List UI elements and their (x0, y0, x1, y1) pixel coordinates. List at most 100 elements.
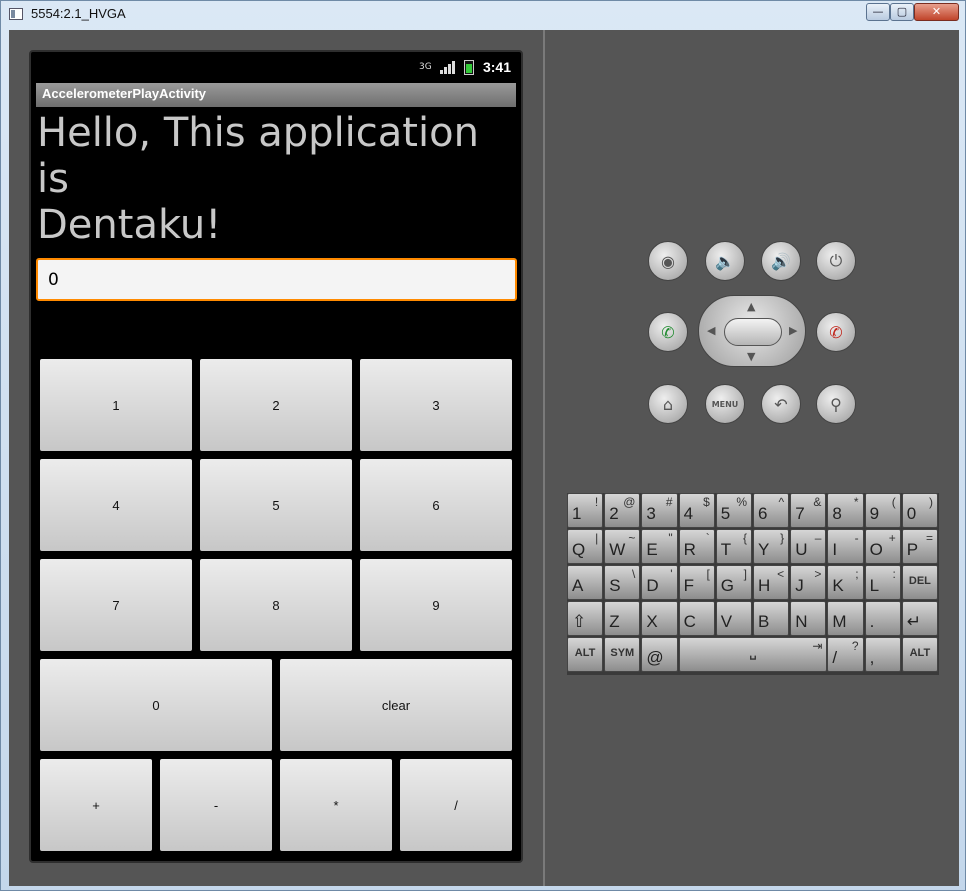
key-row2-2[interactable]: E " (641, 529, 678, 564)
key-row2-8[interactable]: O + (864, 529, 901, 564)
key-2-button[interactable]: 2 (200, 359, 352, 451)
camera-button[interactable]: ◉ (648, 241, 688, 281)
key-row1-1[interactable]: 2 @ (604, 493, 641, 528)
key-row1-1-label: 2 (609, 504, 619, 523)
key-row1-7-alt-label: * (853, 495, 859, 509)
key-8-button[interactable]: 8 (200, 559, 352, 651)
dpad-up-icon[interactable]: ▲ (747, 300, 755, 313)
close-button[interactable]: ✕ (914, 3, 959, 21)
key-row3-7[interactable]: K; (827, 565, 864, 600)
volume-up-button[interactable]: 🔊 (761, 241, 801, 281)
key-row2-6[interactable]: U – (790, 529, 827, 564)
key-row2-9[interactable]: P = (901, 529, 938, 564)
end-call-button[interactable]: ✆ (816, 312, 856, 352)
back-button[interactable]: ↶ (761, 384, 801, 424)
key-row1-2[interactable]: 3 # (641, 493, 678, 528)
app-title-bar: AccelerometerPlayActivity (36, 83, 516, 107)
key-6-button[interactable]: 6 (360, 459, 512, 551)
key-row3-0[interactable]: A (567, 565, 604, 600)
key-row3-2[interactable]: D ' (641, 565, 678, 600)
key-row1-0[interactable]: 1! (567, 493, 604, 528)
dpad[interactable]: ▲ ▼ ◀ ▶ (698, 295, 806, 367)
key-row4-8[interactable]: . (864, 601, 901, 636)
key-row1-1-alt-label: @ (623, 495, 636, 509)
key-row4-3-label: C (683, 612, 696, 631)
key-3-button[interactable]: 3 (360, 359, 512, 451)
key-alt-right[interactable]: ALT (901, 637, 938, 672)
key-7-button[interactable]: 7 (40, 559, 192, 651)
key-row1-4[interactable]: 5% (715, 493, 752, 528)
key-at[interactable]: @ (641, 637, 678, 672)
network-type-icon: 3G (418, 61, 432, 72)
key-row2-8-alt-label: + (888, 531, 896, 545)
key-row2-3[interactable]: R ` (678, 529, 715, 564)
key-alt-left[interactable]: ALT (567, 637, 604, 672)
search-button[interactable]: ⚲ (816, 384, 856, 424)
key-row1-6[interactable]: 7 & (790, 493, 827, 528)
key-row4-2-label: X (646, 612, 658, 631)
key-row3-7-alt-label: ; (855, 567, 859, 581)
maximize-button[interactable]: ▢ (890, 3, 914, 21)
multiply-button[interactable]: * (280, 759, 392, 851)
key-sym[interactable]: SYM (604, 637, 641, 672)
key-row1-8[interactable]: 9( (864, 493, 901, 528)
key-row3-1[interactable]: S \ (604, 565, 641, 600)
key-row4-2[interactable]: X (641, 601, 678, 636)
menu-button[interactable]: MENU (705, 384, 745, 424)
key-sym-label: SYM (610, 647, 635, 659)
key-row2-0[interactable]: Q | (567, 529, 604, 564)
key-row2-5[interactable]: Y} (753, 529, 790, 564)
home-button[interactable]: ⌂ (648, 384, 688, 424)
key-row2-4[interactable]: T{ (715, 529, 752, 564)
minus-button[interactable]: - (160, 759, 272, 851)
key-row3-5[interactable]: H < (753, 565, 790, 600)
key-row3-3[interactable]: F[ (678, 565, 715, 600)
key-row1-7[interactable]: 8 * (827, 493, 864, 528)
divide-button[interactable]: / (400, 759, 512, 851)
key-row1-9[interactable]: 0) (901, 493, 938, 528)
key-slash[interactable]: /? (827, 637, 864, 672)
minimize-button[interactable]: — (866, 3, 890, 21)
dpad-left-icon[interactable]: ◀ (707, 324, 715, 337)
key-row2-7[interactable]: I- (827, 529, 864, 564)
key-row4-7[interactable]: M (827, 601, 864, 636)
key-space[interactable]: ␣ ⇥ (678, 637, 828, 672)
call-button[interactable]: ✆ (648, 312, 688, 352)
key-row1-9-alt-label: ) (928, 495, 933, 509)
key-row3-1-label: S (609, 576, 621, 595)
key-row4-3[interactable]: C (678, 601, 715, 636)
dpad-center-button[interactable] (724, 318, 782, 346)
key-row4-4[interactable]: V (715, 601, 752, 636)
volume-down-button[interactable]: 🔈 (705, 241, 745, 281)
key-1-button[interactable]: 1 (40, 359, 192, 451)
key-row3-5-label: H (758, 576, 771, 595)
key-row3-8[interactable]: L: (864, 565, 901, 600)
key-row3-9[interactable]: DEL (901, 565, 938, 600)
plus-button[interactable]: + (40, 759, 152, 851)
phone-screen: 3G 3:41 AccelerometerPlayActivity Hello,… (29, 50, 523, 863)
key-row1-5[interactable]: 6 ^ (753, 493, 790, 528)
key-row2-4-alt-label: { (742, 531, 747, 545)
result-input[interactable]: 0 (36, 258, 517, 301)
key-4-button[interactable]: 4 (40, 459, 192, 551)
dpad-down-icon[interactable]: ▼ (747, 350, 755, 363)
clear-button[interactable]: clear (280, 659, 512, 751)
title-bar[interactable]: 5554:2.1_HVGA — ▢ ✕ (1, 1, 965, 29)
key-row1-3[interactable]: 4 $ (678, 493, 715, 528)
key-row3-6[interactable]: J > (790, 565, 827, 600)
end-call-icon: ✆ (829, 322, 843, 342)
key-row4-6[interactable]: N (790, 601, 827, 636)
key-row4-1[interactable]: Z (604, 601, 641, 636)
key-row2-1[interactable]: W ~ (604, 529, 641, 564)
key-row4-5[interactable]: B (753, 601, 790, 636)
key-row3-4[interactable]: G] (715, 565, 752, 600)
key-0-button[interactable]: 0 (40, 659, 272, 751)
power-button[interactable]: ⏻ (816, 241, 856, 281)
key-row4-9[interactable]: ↵ (901, 601, 938, 636)
dpad-right-icon[interactable]: ▶ (789, 324, 797, 337)
key-comma[interactable]: , (864, 637, 901, 672)
key-9-button[interactable]: 9 (360, 559, 512, 651)
key-5-button[interactable]: 5 (200, 459, 352, 551)
key-row2-9-label: P (906, 540, 919, 559)
key-row4-0[interactable]: ⇧ (567, 601, 604, 636)
